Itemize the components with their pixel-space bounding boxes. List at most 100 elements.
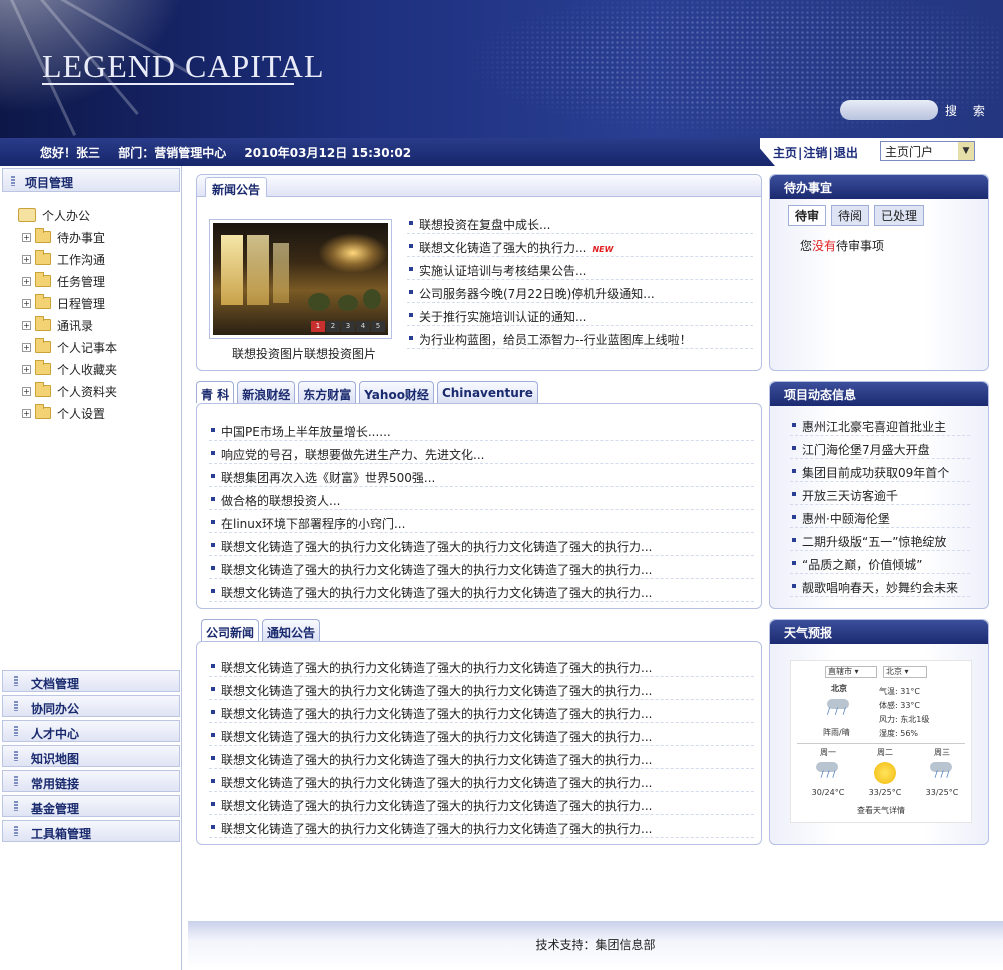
list-item[interactable]: 联想文化铸造了强大的执行力文化铸造了强大的执行力文化铸造了强大的执行力... <box>209 677 754 700</box>
nav-toolbox[interactable]: 工具箱管理 <box>2 820 180 842</box>
tab-to-read[interactable]: 待阅 <box>831 205 870 226</box>
folder-icon <box>35 360 51 375</box>
expand-icon[interactable]: + <box>22 298 31 308</box>
tab-eastmoney[interactable]: 东方财富 <box>298 381 357 403</box>
tree-item[interactable]: + 个人资料夹 <box>18 380 117 402</box>
nav-links[interactable]: 常用链接 <box>2 770 180 792</box>
tree-item[interactable]: + 个人收藏夹 <box>18 358 117 380</box>
expand-icon[interactable]: + <box>22 276 31 286</box>
expand-icon[interactable]: + <box>22 232 31 242</box>
list-item[interactable]: 关于推行实施培训认证的通知... <box>407 303 753 326</box>
new-badge: NEW <box>592 245 614 254</box>
tree-root[interactable]: 个人办公 <box>18 204 117 226</box>
pager-button[interactable]: 1 <box>311 321 325 332</box>
footer: 技术支持：集团信息部 <box>188 921 1003 970</box>
list-item[interactable]: 联想文化铸造了强大的执行力文化铸造了强大的执行力文化铸造了强大的执行力... <box>209 654 754 677</box>
list-item[interactable]: 联想文化铸造了强大的执行力文化铸造了强大的执行力文化铸造了强大的执行力... <box>209 815 754 838</box>
list-item[interactable]: “品质之巅，价值倾城” <box>790 551 970 574</box>
list-item[interactable]: 联想文化铸造了强大的执行力... NEW <box>407 234 753 257</box>
list-item[interactable]: 联想文化铸造了强大的执行力文化铸造了强大的执行力文化铸造了强大的执行力... <box>209 700 754 723</box>
weather-detail-link[interactable]: 查看天气详情 <box>791 805 971 816</box>
chevron-down-icon[interactable]: ▼ <box>958 142 974 160</box>
sidebar-title[interactable]: 项目管理 <box>2 168 180 192</box>
nav-collaboration[interactable]: 协同办公 <box>2 695 180 717</box>
todo-title: 待办事宜 <box>770 175 988 199</box>
list-item[interactable]: 联想集团再次入选《财富》世界500强... <box>209 464 754 487</box>
tab-yahoo-finance[interactable]: Yahoo财经 <box>359 381 434 403</box>
nav-knowledge-map[interactable]: 知识地图 <box>2 745 180 767</box>
city-select[interactable]: 北京 ▾ <box>883 666 927 678</box>
list-item[interactable]: 联想文化铸造了强大的执行力文化铸造了强大的执行力文化铸造了强大的执行力... <box>209 746 754 769</box>
province-select[interactable]: 直辖市 ▾ <box>825 666 877 678</box>
pager-button[interactable]: 3 <box>341 321 355 332</box>
tab-notices[interactable]: 通知公告 <box>262 619 321 641</box>
list-item[interactable]: 联想文化铸造了强大的执行力文化铸造了强大的执行力文化铸造了强大的执行力... <box>209 556 754 579</box>
list-item[interactable]: 惠州江北豪宅喜迎首批业主 <box>790 413 970 436</box>
list-item[interactable]: 公司服务器今晚(7月22日晚)停机升级通知... <box>407 280 753 303</box>
tab-sina-finance[interactable]: 新浪财经 <box>237 381 296 403</box>
nav-label: 人才中心 <box>31 727 80 741</box>
nav-documents[interactable]: 文档管理 <box>2 670 180 692</box>
expand-icon[interactable]: + <box>22 320 31 330</box>
pager-button[interactable]: 4 <box>356 321 370 332</box>
tree-item[interactable]: + 个人设置 <box>18 402 117 424</box>
tab-pending[interactable]: 待审 <box>788 205 827 226</box>
tab-processed[interactable]: 已处理 <box>874 205 925 226</box>
list-item[interactable]: 惠州·中颐海伦堡 <box>790 505 970 528</box>
list-item-text: 联想文化铸造了强大的执行力文化铸造了强大的执行力文化铸造了强大的执行力... <box>221 661 653 675</box>
list-item[interactable]: 集团目前成功获取09年首个 <box>790 459 970 482</box>
list-item[interactable]: 联想文化铸造了强大的执行力文化铸造了强大的执行力文化铸造了强大的执行力... <box>209 792 754 815</box>
tab-chinaventure[interactable]: Chinaventure <box>436 381 538 403</box>
list-item[interactable]: 联想文化铸造了强大的执行力文化铸造了强大的执行力文化铸造了强大的执行力... <box>209 723 754 746</box>
portal-select[interactable]: 主页门户 ▼ <box>880 141 975 161</box>
tree-item[interactable]: + 工作沟通 <box>18 248 117 270</box>
list-item[interactable]: 在linux环境下部署程序的小窍门... <box>209 510 754 533</box>
list-item[interactable]: 中国PE市场上半年放量增长...... <box>209 418 754 441</box>
tree-item[interactable]: + 通讯录 <box>18 314 117 336</box>
user-info-bar: 您好！张三 部门：营销管理中心 2010年03月12日 15:30:02 主页|… <box>0 138 1003 166</box>
separator: | <box>798 146 803 160</box>
expand-icon[interactable]: + <box>22 254 31 264</box>
news-slideshow[interactable]: 1 2 3 4 5 <box>209 219 392 339</box>
search-input[interactable] <box>840 100 938 120</box>
nav-fund[interactable]: 基金管理 <box>2 795 180 817</box>
pager-button[interactable]: 2 <box>326 321 340 332</box>
list-item[interactable]: 实施认证培训与考核结果公告... <box>407 257 753 280</box>
home-link[interactable]: 主页 <box>773 146 797 160</box>
list-item[interactable]: 联想文化铸造了强大的执行力文化铸造了强大的执行力文化铸造了强大的执行力... <box>209 579 754 602</box>
list-item[interactable]: 联想文化铸造了强大的执行力文化铸造了强大的执行力文化铸造了强大的执行力... <box>209 533 754 556</box>
list-item-text: 响应党的号召，联想要做先进生产力、先进文化... <box>221 448 485 462</box>
list-item[interactable]: 联想文化铸造了强大的执行力文化铸造了强大的执行力文化铸造了强大的执行力... <box>209 769 754 792</box>
list-item-text: 公司服务器今晚(7月22日晚)停机升级通知... <box>419 287 655 301</box>
grip-icon <box>14 801 18 811</box>
tab-qingke[interactable]: 青 科 <box>196 381 235 403</box>
expand-icon[interactable]: + <box>22 364 31 374</box>
tree-item[interactable]: + 日程管理 <box>18 292 117 314</box>
wind: 风力: 东北1级 <box>879 715 930 724</box>
tree-item[interactable]: + 任务管理 <box>18 270 117 292</box>
exit-link[interactable]: 退出 <box>834 146 858 160</box>
expand-icon[interactable]: + <box>22 342 31 352</box>
tree-item[interactable]: + 个人记事本 <box>18 336 117 358</box>
list-item[interactable]: 江门海伦堡7月盛大开盘 <box>790 436 970 459</box>
todo-tabs: 待审 待阅 已处理 <box>788 205 925 226</box>
expand-icon[interactable]: + <box>22 408 31 418</box>
pager-button[interactable]: 5 <box>371 321 385 332</box>
list-item[interactable]: 开放三天访客逾千 <box>790 482 970 505</box>
list-item[interactable]: 为行业构蓝图，给员工添智力--行业蓝图库上线啦！ <box>407 326 753 349</box>
logout-link[interactable]: 注销 <box>803 146 827 160</box>
list-item[interactable]: 二期升级版“五一”惊艳绽放 <box>790 528 970 551</box>
list-item[interactable]: 做合格的联想投资人... <box>209 487 754 510</box>
news-tab[interactable]: 新闻公告 <box>205 177 268 197</box>
tree-item[interactable]: + 待办事宜 <box>18 226 117 248</box>
list-item[interactable]: 响应党的号召，联想要做先进生产力、先进文化... <box>209 441 754 464</box>
greeting: 您好！张三 <box>40 146 101 160</box>
humidity: 湿度: 56% <box>879 729 919 738</box>
expand-icon[interactable]: + <box>22 386 31 396</box>
search-button[interactable]: 搜 索 <box>945 102 991 119</box>
project-title: 项目动态信息 <box>770 382 988 406</box>
list-item[interactable]: 联想投资在复盘中成长... <box>407 211 753 234</box>
tab-company-news[interactable]: 公司新闻 <box>201 619 260 641</box>
list-item[interactable]: 靓歌唱响春天，妙舞约会未来 <box>790 574 970 597</box>
nav-talent[interactable]: 人才中心 <box>2 720 180 742</box>
